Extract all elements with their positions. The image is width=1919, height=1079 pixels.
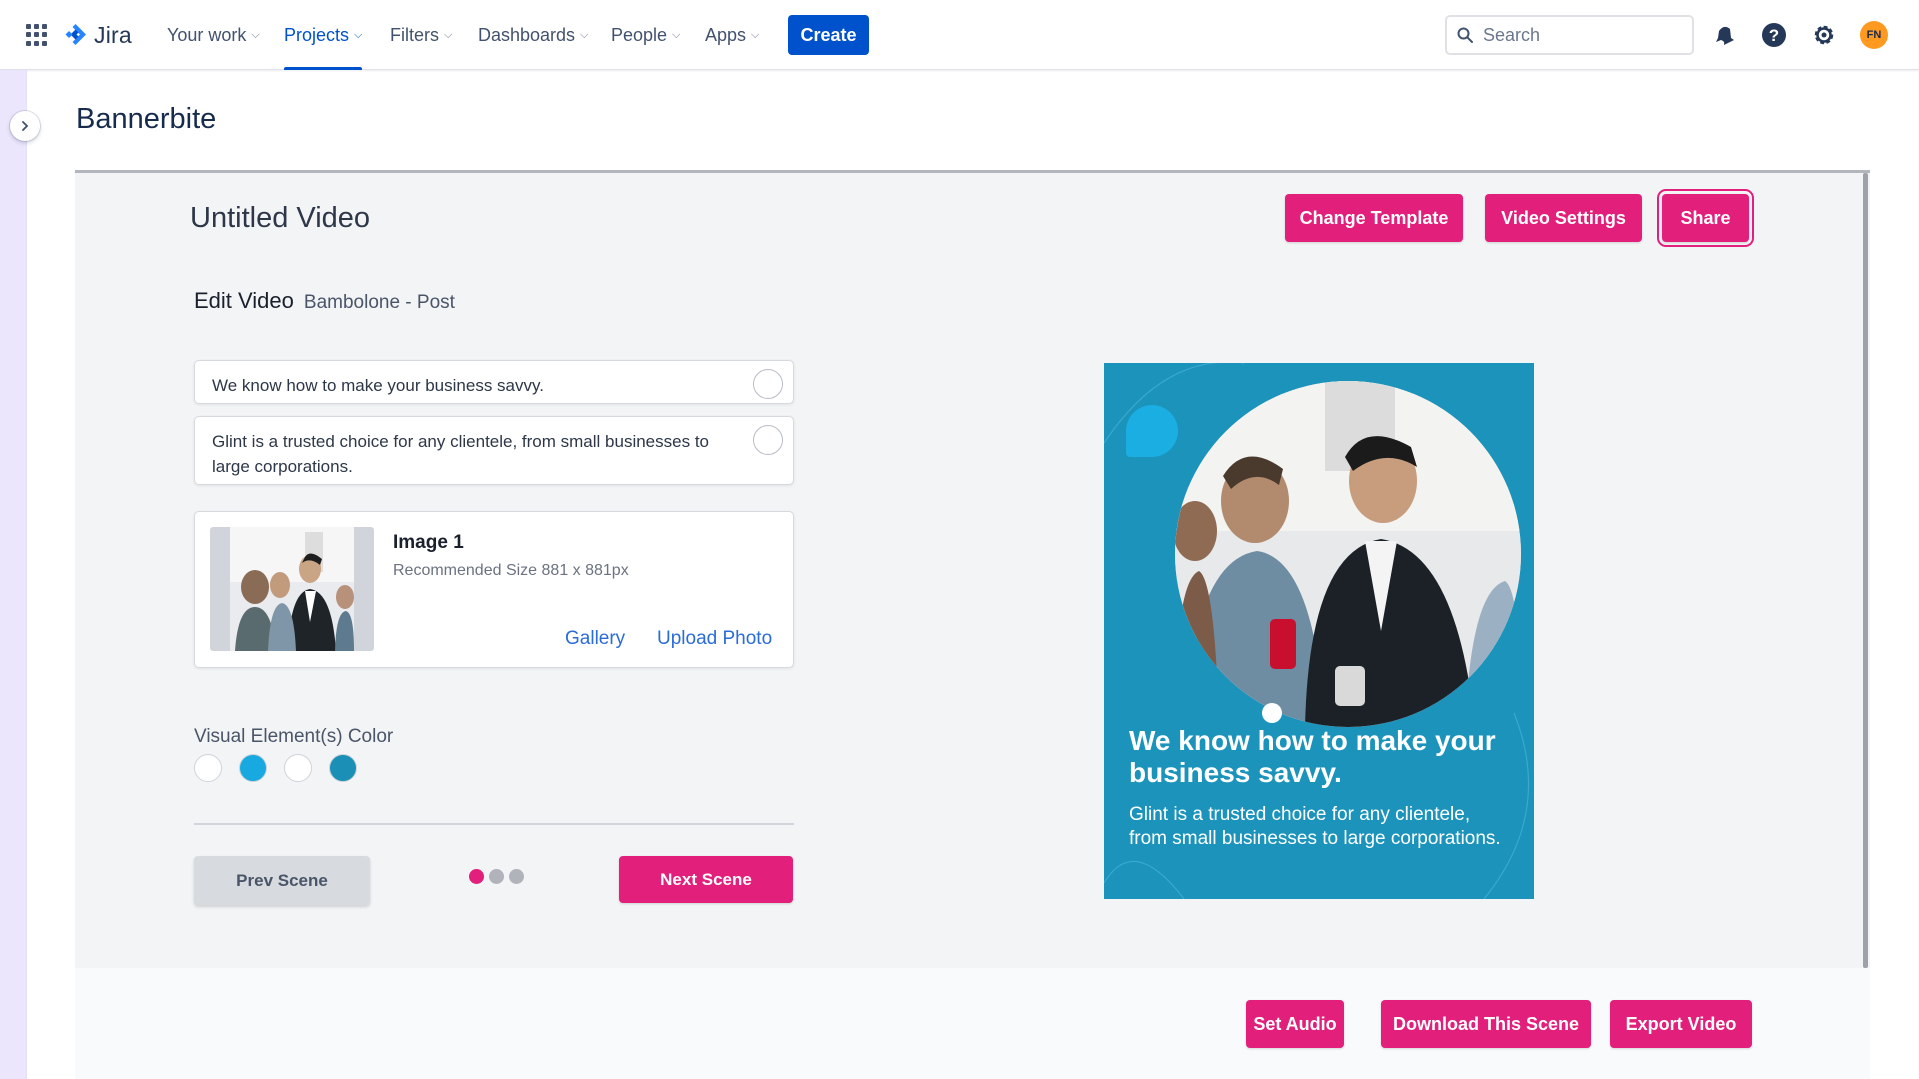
jira-logo-text: Jira bbox=[94, 21, 132, 48]
nav-people-label: People bbox=[611, 24, 668, 45]
footer-action-bar bbox=[75, 968, 1870, 1079]
video-title: Untitled Video bbox=[190, 202, 371, 234]
template-name: Bambolone - Post bbox=[303, 292, 455, 313]
nav-dashboards-label: Dashboards bbox=[478, 24, 576, 45]
timeline-knob[interactable] bbox=[1262, 703, 1282, 723]
top-navigation-bar: Jira Your work ⌵ Projects ⌵ Filters ⌵ Dashb… bbox=[0, 0, 1919, 70]
next-scene-button[interactable]: Next Scene bbox=[619, 856, 793, 903]
chevron-down-icon: ⌵ bbox=[444, 28, 453, 41]
chevron-down-icon: ⌵ bbox=[251, 28, 260, 41]
chevron-down-icon: ⌵ bbox=[751, 28, 760, 41]
scene-dot-3[interactable] bbox=[509, 869, 524, 884]
nav-your-work-label: Your work bbox=[167, 24, 247, 45]
gear-icon bbox=[1814, 25, 1834, 45]
user-avatar[interactable]: FN bbox=[1860, 21, 1888, 49]
image-title: Image 1 bbox=[393, 532, 464, 553]
image-upload-card: Image 1 Recommended Size 881 x 881px Gal… bbox=[194, 511, 794, 668]
chevron-down-icon: ⌵ bbox=[672, 28, 681, 41]
share-button[interactable]: Share bbox=[1657, 189, 1754, 247]
nav-filters[interactable]: Filters ⌵ bbox=[390, 0, 452, 70]
people-photo bbox=[1175, 381, 1521, 727]
headline-select-radio[interactable] bbox=[753, 369, 783, 399]
nav-apps-label: Apps bbox=[705, 24, 747, 45]
help-icon[interactable]: ? bbox=[1760, 21, 1788, 49]
image-recommended-size: Recommended Size 881 x 881px bbox=[393, 562, 629, 579]
search-input[interactable] bbox=[1481, 23, 1671, 47]
app-switcher-icon[interactable] bbox=[26, 24, 48, 46]
change-template-button[interactable]: Change Template bbox=[1285, 194, 1463, 242]
color-swatch-3[interactable] bbox=[284, 754, 312, 782]
section-divider bbox=[194, 823, 794, 825]
scene-dot-2[interactable] bbox=[489, 869, 504, 884]
body-text-value: Glint is a trusted choice for any client… bbox=[212, 432, 709, 476]
preview-headline: We know how to make your business savvy. bbox=[1129, 725, 1496, 788]
color-swatch-4[interactable] bbox=[329, 754, 357, 782]
export-video-button[interactable]: Export Video bbox=[1610, 1000, 1752, 1048]
chevron-right-icon bbox=[22, 121, 29, 131]
scene-dot-1[interactable] bbox=[469, 869, 484, 884]
chevron-down-icon: ⌵ bbox=[580, 28, 589, 41]
gallery-link[interactable]: Gallery bbox=[565, 628, 625, 650]
video-preview-canvas: We know how to make your business savvy.… bbox=[1104, 363, 1534, 899]
preview-photo bbox=[1175, 381, 1521, 727]
create-button[interactable]: Create bbox=[788, 15, 869, 55]
nav-filters-label: Filters bbox=[390, 24, 439, 45]
expand-sidebar-button[interactable] bbox=[10, 111, 40, 141]
color-swatch-1[interactable] bbox=[194, 754, 222, 782]
visual-element-color-label: Visual Element(s) Color bbox=[194, 726, 394, 747]
prev-scene-button[interactable]: Prev Scene bbox=[194, 856, 370, 905]
video-settings-button[interactable]: Video Settings bbox=[1485, 194, 1642, 242]
people-photo-thumbnail bbox=[230, 527, 354, 651]
svg-text:?: ? bbox=[1769, 26, 1779, 45]
nav-your-work[interactable]: Your work ⌵ bbox=[167, 0, 260, 70]
collapsed-sidebar bbox=[0, 70, 27, 1079]
download-scene-button[interactable]: Download This Scene bbox=[1381, 1000, 1591, 1048]
jira-logo-icon bbox=[65, 24, 86, 45]
settings-gear-icon[interactable] bbox=[1810, 21, 1838, 49]
chevron-down-icon: ⌵ bbox=[354, 28, 363, 41]
notifications-bell-icon[interactable] bbox=[1710, 21, 1738, 49]
nav-people[interactable]: People ⌵ bbox=[611, 0, 680, 70]
jira-logo[interactable]: Jira bbox=[64, 20, 132, 50]
frame-scrollbar[interactable] bbox=[1863, 173, 1868, 968]
edit-video-label: Edit Video bbox=[194, 288, 294, 313]
page-title: Bannerbite bbox=[76, 103, 217, 135]
headline-text-field[interactable]: We know how to make your business savvy. bbox=[194, 360, 794, 404]
body-text-field[interactable]: Glint is a trusted choice for any client… bbox=[194, 416, 794, 485]
edit-video-heading: Edit Video Bambolone - Post bbox=[194, 288, 455, 314]
search-field[interactable] bbox=[1445, 15, 1694, 55]
question-mark-icon: ? bbox=[1762, 23, 1786, 47]
image-thumbnail bbox=[210, 527, 374, 651]
nav-projects[interactable]: Projects ⌵ bbox=[284, 0, 363, 70]
nav-projects-label: Projects bbox=[284, 24, 350, 45]
set-audio-button[interactable]: Set Audio bbox=[1246, 1000, 1344, 1048]
speech-bubble-shape bbox=[1126, 405, 1178, 457]
nav-apps[interactable]: Apps ⌵ bbox=[705, 0, 759, 70]
preview-body-text: Glint is a trusted choice for any client… bbox=[1129, 804, 1501, 849]
color-swatch-2[interactable] bbox=[239, 754, 267, 782]
headline-text-value: We know how to make your business savvy. bbox=[212, 376, 544, 395]
body-select-radio[interactable] bbox=[753, 425, 783, 455]
search-icon bbox=[1457, 27, 1473, 43]
nav-dashboards[interactable]: Dashboards ⌵ bbox=[478, 0, 588, 70]
bell-icon bbox=[1716, 26, 1734, 45]
upload-photo-link[interactable]: Upload Photo bbox=[657, 628, 772, 650]
